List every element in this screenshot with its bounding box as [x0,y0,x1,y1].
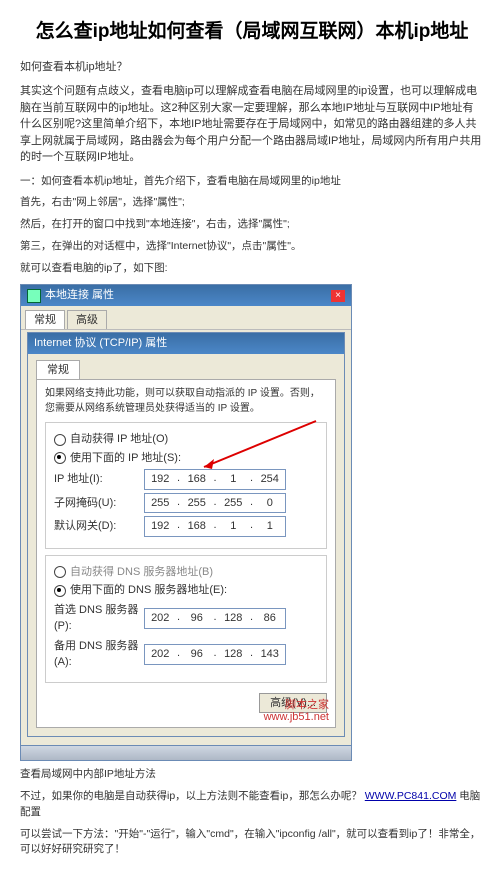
tab-advanced-outer[interactable]: 高级 [67,310,107,330]
input-mask[interactable]: 255. 255. 255. 0 [144,493,286,514]
intro-question: 如何查看本机ip地址？ [20,59,484,76]
label-auto-dns: 自动获得 DNS 服务器地址(B) [70,564,213,581]
ip-group: 自动获得 IP 地址(O) 使用下面的 IP 地址(S): IP 地址(I): … [45,422,327,549]
radio-auto-ip[interactable] [54,434,66,446]
window-icon [27,289,41,303]
watermark: 脚本之家 www.jb51.net [264,699,329,723]
tab-general-inner[interactable]: 常规 [36,360,80,380]
intro-body: 其实这个问题有点歧义，查看电脑ip可以理解成查看电脑在局域网里的ip设置，也可以… [20,83,484,166]
post-paragraph-1: 不过，如果你的电脑是自动获得ip，以上方法则不能查看ip，那怎么办呢？ WWW.… [20,789,484,821]
screenshot-caption: 查看局域网中内部IP地址方法 [20,767,484,783]
page-title: 怎么查ip地址如何查看（局域网互联网）本机ip地址 [20,18,484,47]
radio-use-ip[interactable] [54,452,66,464]
inner-window-title: Internet 协议 (TCP/IP) 属性 [28,333,344,354]
post-paragraph-2: 可以尝试一下方法："开始"-"运行"，输入"cmd"，在输入"ipconfig … [20,827,484,859]
input-ip[interactable]: 192. 168. 1. 254 [144,469,286,490]
step-2: 然后，在打开的窗口中找到"本地连接"，右击，选择"属性"; [20,217,484,233]
label-auto-ip: 自动获得 IP 地址(O) [70,431,168,448]
input-gateway[interactable]: 192. 168. 1. 1 [144,516,286,537]
section-1-title: 一：如何查看本机ip地址，首先介绍下，查看电脑在局域网里的ip地址 [20,174,484,190]
screenshot: 本地连接 属性 × 常规 高级 Internet 协议 (TCP/IP) 属性 … [20,284,484,761]
label-dns2: 备用 DNS 服务器(A): [54,638,144,671]
inner-window: Internet 协议 (TCP/IP) 属性 常规 如果网络支持此功能，则可以… [27,332,345,737]
window-bottom-shadow [20,746,352,761]
step-result: 就可以查看电脑的ip了，如下图: [20,261,484,277]
tab-general-outer[interactable]: 常规 [25,310,65,330]
outer-window-title: 本地连接 属性 [45,287,114,304]
close-icon[interactable]: × [331,290,345,302]
tcp-ip-panel: 如果网络支持此功能，则可以获取自动指派的 IP 设置。否则，您需要从网络系统管理… [36,379,336,728]
dns-group: 自动获得 DNS 服务器地址(B) 使用下面的 DNS 服务器地址(E): 首选… [45,555,327,683]
input-dns2[interactable]: 202. 96. 128. 143 [144,644,286,665]
radio-use-dns[interactable] [54,585,66,597]
label-use-ip: 使用下面的 IP 地址(S): [70,450,181,467]
label-mask: 子网掩码(U): [54,495,144,512]
outer-tabstrip: 常规 高级 [21,306,351,331]
outer-window: 本地连接 属性 × 常规 高级 Internet 协议 (TCP/IP) 属性 … [20,284,352,746]
radio-auto-dns[interactable] [54,566,66,578]
step-3: 第三，在弹出的对话框中，选择"Internet协议"，点击"属性"。 [20,239,484,255]
label-use-dns: 使用下面的 DNS 服务器地址(E): [70,582,227,599]
label-ip: IP 地址(I): [54,471,144,488]
outer-titlebar: 本地连接 属性 × [21,285,351,306]
input-dns1[interactable]: 202. 96. 128. 86 [144,608,286,629]
label-gateway: 默认网关(D): [54,518,144,535]
label-dns1: 首选 DNS 服务器(P): [54,602,144,635]
link-pc841[interactable]: WWW.PC841.COM [365,790,457,802]
panel-description: 如果网络支持此功能，则可以获取自动指派的 IP 设置。否则，您需要从网络系统管理… [45,386,327,416]
step-1: 首先，右击"网上邻居"，选择"属性"; [20,195,484,211]
